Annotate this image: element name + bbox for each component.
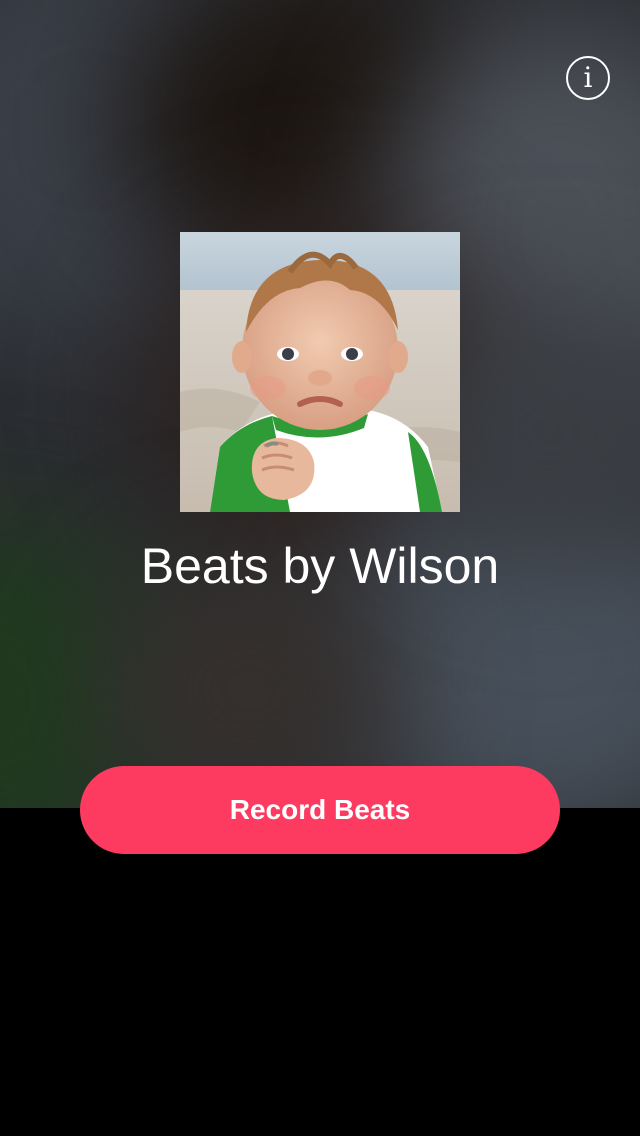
- record-beats-button[interactable]: Record Beats: [80, 766, 560, 854]
- album-art-image: [180, 232, 460, 512]
- info-button[interactable]: i: [566, 56, 610, 100]
- app-screen: i Beats by Wilson Record Beats: [0, 0, 640, 1136]
- song-title: Beats by Wilson: [140, 538, 500, 594]
- info-icon: i: [583, 61, 593, 94]
- baby-photo: [180, 232, 460, 512]
